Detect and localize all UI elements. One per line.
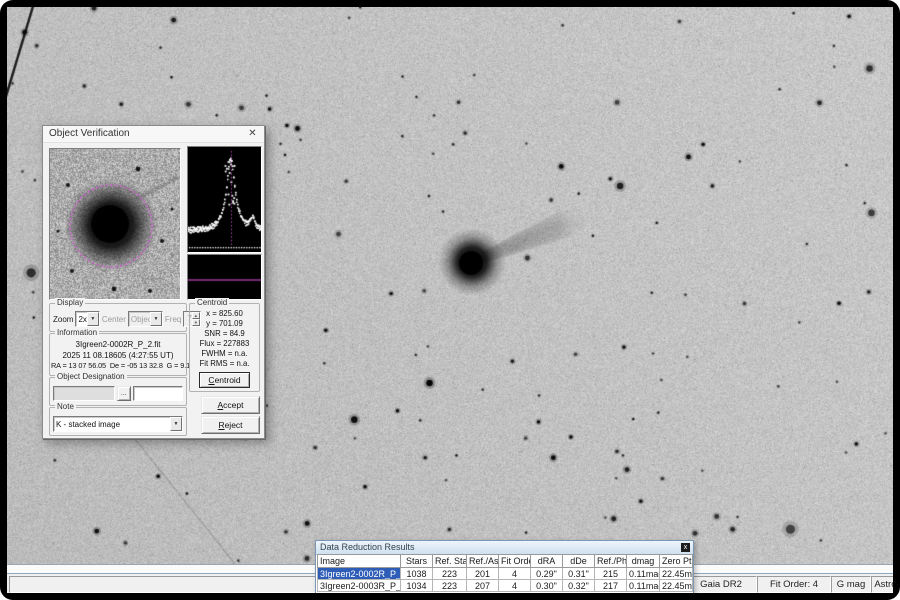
zoom-select[interactable]: 2x ▼ xyxy=(75,311,100,327)
zoom-label: Zoom xyxy=(53,314,74,324)
centroid-fwhm: FWHM = n.a. xyxy=(201,349,248,358)
object-verification-dialog: Object Verification ✕ Display Zoom 2x ▼ … xyxy=(42,125,265,439)
data-reduction-results-window: Data Reduction Results x Image Stars Ref… xyxy=(315,540,694,593)
app-window: Object Verification ✕ Display Zoom 2x ▼ … xyxy=(0,0,900,600)
close-icon[interactable]: ✕ xyxy=(246,127,259,140)
chevron-down-icon[interactable]: ▼ xyxy=(86,312,99,326)
table-row[interactable]: 3Igreen2-0003R_P_2.fit 1034 223 207 4 0.… xyxy=(317,579,693,592)
status-cell-catalog: Gaia DR2 xyxy=(685,576,757,593)
close-icon[interactable]: x xyxy=(681,543,690,552)
center-select[interactable]: Object ▼ xyxy=(127,311,163,327)
centroid-button[interactable]: Centroid xyxy=(199,372,250,388)
information-legend: Information xyxy=(55,328,100,338)
psf-profile-plot xyxy=(187,146,262,253)
centroid-group: Centroid x = 825.60 y = 701.09 SNR = 84.… xyxy=(189,298,260,392)
results-header-row: Image Stars Ref. Stars Ref./Ast. Fit Ord… xyxy=(317,554,693,568)
designation-field[interactable] xyxy=(53,386,115,401)
workspace: Object Verification ✕ Display Zoom 2x ▼ … xyxy=(7,7,893,593)
dialog-title: Object Verification xyxy=(49,128,130,139)
results-table: Image Stars Ref. Stars Ref./Ast. Fit Ord… xyxy=(317,554,693,592)
results-title: Data Reduction Results xyxy=(320,542,415,552)
status-cell-mag-band: G mag xyxy=(831,576,871,593)
display-legend: Display xyxy=(55,298,86,308)
centroid-legend: Centroid xyxy=(195,298,230,308)
centroid-snr: SNR = 84.9 xyxy=(204,329,245,338)
note-group: Note K - stacked image ▼ xyxy=(49,402,187,436)
chevron-down-icon[interactable]: ▼ xyxy=(170,417,182,431)
table-row[interactable]: 3Igreen2-0002R_P_2.fit 1038 223 201 4 0.… xyxy=(317,567,693,580)
object-designation-legend: Object Designation xyxy=(55,372,127,382)
center-label: Center xyxy=(101,314,126,324)
centroid-flux: Flux = 227883 xyxy=(199,339,250,348)
results-title-bar[interactable]: Data Reduction Results x xyxy=(316,541,693,555)
chevron-down-icon[interactable]: ▼ xyxy=(149,312,162,326)
image-filename: 3Igreen2-0002R_P_2.fit xyxy=(75,340,161,349)
note-select[interactable]: K - stacked image ▼ xyxy=(53,416,183,432)
information-group: Information 3Igreen2-0002R_P_2.fit 2025 … xyxy=(49,328,191,376)
background-profile-plot xyxy=(187,254,262,300)
centroid-fitrms: Fit RMS = n.a. xyxy=(199,359,250,368)
accept-button[interactable]: Accept xyxy=(201,396,260,414)
coordinates-line: RA = 13 07 56.05 De = -05 13 32.8 G = 9.… xyxy=(51,361,191,370)
centroid-x: x = 825.60 xyxy=(206,309,243,318)
reject-button[interactable]: Reject xyxy=(201,416,260,434)
dialog-title-bar[interactable]: Object Verification ✕ xyxy=(43,126,264,143)
object-zoom-preview xyxy=(49,148,181,300)
status-cell-fit-order: Fit Order: 4 xyxy=(757,576,831,593)
note-legend: Note xyxy=(55,402,76,412)
browse-button[interactable]: ... xyxy=(117,386,131,401)
status-cell-partial: Astrome xyxy=(871,576,893,593)
freq-label: Freq xyxy=(164,314,182,324)
observation-datetime: 2025 11 08.18605 (4:27:55 UT) xyxy=(62,350,174,360)
centroid-y: y = 701.09 xyxy=(206,319,243,328)
designation-field-2[interactable] xyxy=(132,386,183,401)
